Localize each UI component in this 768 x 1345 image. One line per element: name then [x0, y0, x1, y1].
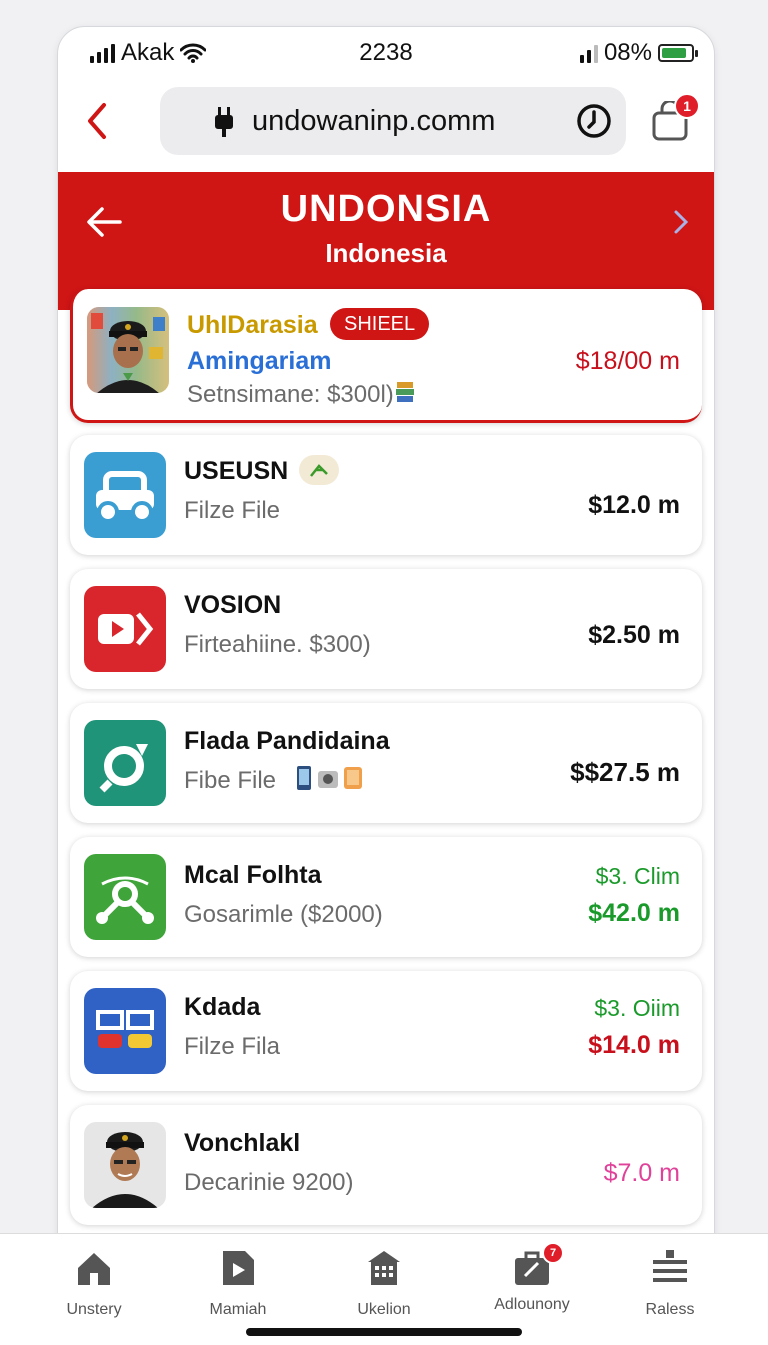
item-title: VOSION — [184, 591, 282, 619]
plug-icon — [215, 107, 233, 137]
briefcase-icon: 7 — [512, 1242, 564, 1288]
refresh-app-icon — [84, 720, 166, 806]
building-icon — [368, 1251, 400, 1285]
item-subtitle: Filze File — [184, 497, 281, 524]
list-item[interactable]: UhIDarasia SHIEEL Amingariam Setnsimane:… — [70, 289, 702, 423]
video-app-icon — [84, 586, 166, 672]
list-item[interactable]: Mcal Folhta Gosarimle ($2000) $3. Clim $… — [70, 837, 702, 957]
home-indicator — [246, 1328, 522, 1336]
tab-unstery[interactable]: Unstery — [29, 1248, 159, 1319]
tab-label: Raless — [645, 1301, 695, 1318]
stack-icon — [653, 1250, 687, 1282]
item-subtitle: Filze Fila — [184, 1033, 281, 1060]
tab-badge: 7 — [542, 1242, 564, 1264]
avatar — [87, 307, 169, 393]
cell-signal-icon — [579, 43, 598, 63]
cart-badge: 1 — [674, 93, 700, 119]
item-title: Mcal Folhta — [184, 861, 322, 889]
page-title: UNDONSIA — [280, 188, 492, 230]
battery-group: 08% — [579, 39, 698, 67]
item-title: Amingariam — [187, 347, 332, 375]
tab-mamiah[interactable]: Mamiah — [173, 1248, 303, 1319]
tab-label: Adlounony — [494, 1296, 570, 1313]
tab-adlounony[interactable]: 7 Adlounony — [467, 1242, 597, 1314]
leaf-badge-icon — [299, 455, 339, 485]
item-price-secondary: $3. Oiim — [594, 995, 680, 1021]
avatar — [84, 1122, 166, 1208]
item-subtitle: Gosarimle ($2000) — [184, 901, 383, 928]
page-subtitle: Indonesia — [325, 238, 447, 268]
tablet-icon — [344, 767, 362, 789]
item-price: $2.50 m — [588, 621, 680, 649]
item-subtitle: Fibe File — [184, 767, 277, 794]
cart-button[interactable]: 1 — [650, 93, 700, 141]
item-subtitle: Firteahiine. $300) — [184, 631, 371, 658]
list-item[interactable]: VOSION Firteahiine. $300) $2.50 m — [70, 569, 702, 689]
item-title: USEUSN — [184, 457, 289, 485]
tab-label: Mamiah — [209, 1301, 267, 1318]
car-app-icon — [84, 452, 166, 538]
tab-label: Ukelion — [357, 1301, 411, 1318]
item-brand: UhIDarasia — [187, 311, 318, 339]
list-item[interactable]: Flada Pandidaina Fibe File $$27.5 m — [70, 703, 702, 823]
item-price-secondary: $3. Clim — [595, 863, 680, 889]
list-item[interactable]: Vonchlakl Decarinie 9200) $7.0 m — [70, 1105, 702, 1225]
item-subtitle: Decarinie 9200) — [184, 1169, 354, 1196]
camera-icon — [318, 771, 338, 788]
status-badge: SHIEEL — [330, 308, 430, 340]
status-bar: Akak 2238 08% — [58, 27, 714, 79]
device-icons — [295, 765, 363, 791]
item-price: $42.0 m — [588, 899, 680, 927]
item-title: Flada Pandidaina — [184, 727, 390, 755]
item-price: $$27.5 m — [570, 757, 680, 787]
url-text: undowaninp.comm — [252, 104, 496, 137]
tab-ukelion[interactable]: Ukelion — [319, 1248, 449, 1319]
battery-icon — [658, 44, 698, 62]
browser-toolbar: undowaninp.comm 1 — [58, 83, 714, 163]
item-price: $7.0 m — [603, 1159, 680, 1187]
battery-percent: 08% — [603, 39, 652, 66]
back-chevron-icon[interactable] — [80, 101, 116, 141]
item-title: Vonchlakl — [184, 1129, 301, 1157]
tab-raless[interactable]: Raless — [605, 1248, 735, 1319]
chevron-right-icon[interactable] — [672, 208, 690, 236]
item-price: $18/00 m — [575, 347, 680, 375]
play-document-icon — [223, 1251, 254, 1285]
tool-app-icon — [84, 854, 166, 940]
phone-frame: Akak 2238 08% undowaninp.comm 1 UNDONSIA… — [57, 26, 715, 1318]
list-item[interactable]: USEUSN Filze File $12.0 m — [70, 435, 702, 555]
item-price: $14.0 m — [588, 1031, 680, 1059]
home-icon — [78, 1253, 110, 1285]
address-bar[interactable]: undowaninp.comm — [160, 87, 626, 155]
list-item[interactable]: Kdada Filze Fila $3. Oiim $14.0 m — [70, 971, 702, 1091]
item-price: $12.0 m — [588, 491, 680, 519]
tab-label: Unstery — [66, 1301, 122, 1318]
history-clock-icon[interactable] — [576, 103, 612, 139]
grid-app-icon — [84, 988, 166, 1074]
item-title: Kdada — [184, 993, 261, 1021]
phone-icon — [297, 766, 311, 790]
books-icon — [396, 382, 414, 402]
item-subtitle: Setnsimane: $300l) — [187, 381, 394, 408]
